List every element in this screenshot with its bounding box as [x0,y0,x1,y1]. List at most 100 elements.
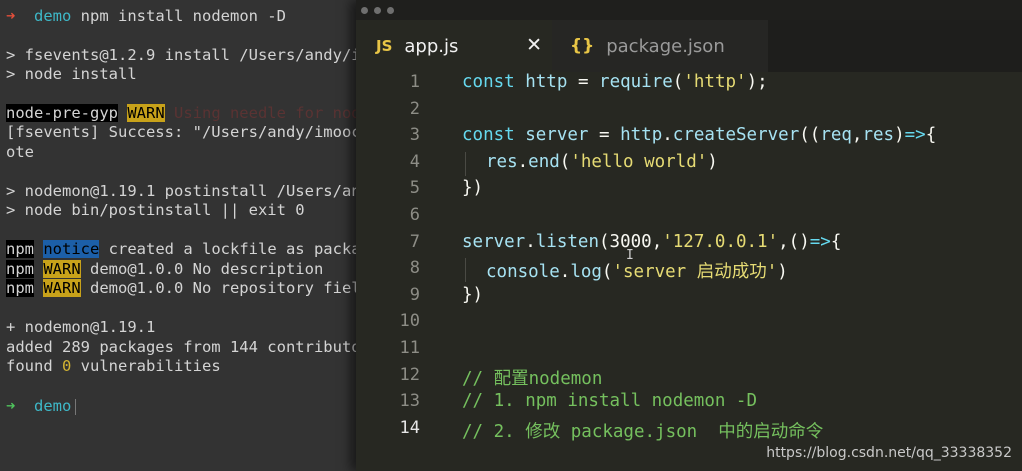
identifier: server [525,125,589,146]
punctuation: ( [598,231,610,252]
code-line: const server = http.createServer((req,re… [462,125,936,145]
line-number: 12 [399,364,420,385]
punctuation: . [559,262,571,283]
log-tag: node-pre-gyp [6,104,118,122]
tab-bar: JS app.js ✕ {} package.json [356,20,1022,72]
terminal-line: > node bin/postinstall || exit 0 [6,201,305,219]
operator: = [599,125,610,146]
line-number: 10 [399,311,420,332]
terminal-line: node-pre-gyp WARN Using needle for nod [6,104,356,123]
terminal-line: npm notice created a lockfile as packa [6,240,356,259]
terminal-panel[interactable]: ➜ demo npm install nodemon -D > fsevents… [0,0,356,471]
tab-package-json[interactable]: {} package.json [552,20,768,72]
log-message: demo@1.0.0 No repository fiel [80,279,356,297]
javascript-file-icon: JS [376,37,393,55]
code-editor[interactable]: JS app.js ✕ {} package.json 1 2 3 4 5 6 … [356,0,1022,471]
punctuation: ) [894,125,905,146]
log-text: found [6,357,62,375]
punctuation: (( [799,125,821,146]
prompt-directory: demo [34,7,72,25]
indent-guide [465,152,466,176]
line-number: 7 [409,231,420,252]
terminal-line: found 0 vulnerabilities [6,357,221,376]
function-name: createServer [672,125,800,146]
function-name: listen [535,231,599,252]
vulnerability-count: 0 [62,357,72,375]
punctuation: ) [777,262,788,283]
terminal-command: npm install nodemon -D [71,7,286,25]
punctuation: ); [746,72,768,92]
close-tab-icon[interactable]: ✕ [526,34,542,56]
line-number: 13 [399,391,420,412]
function-name: end [528,151,560,172]
code-comment: // 配置nodemon [462,368,603,389]
punctuation: ( [672,72,684,92]
warn-badge: WARN [43,279,81,297]
line-number: 6 [409,205,420,225]
terminal-line: > nodemon@1.19.1 postinstall /Users/an [6,182,356,200]
line-number-gutter: 1 2 3 4 5 6 7 8 9 10 11 12 13 14 [356,72,424,471]
tab-label: app.js [404,35,459,57]
notice-badge: notice [43,240,100,258]
punctuation: . [525,231,536,252]
tab-label: package.json [606,35,725,57]
terminal-line: ➜ demo npm install nodemon -D [6,7,286,26]
number: 3000 [609,231,652,252]
json-file-icon: {} [570,36,595,56]
line-number: 11 [399,338,420,358]
line-number-current: 14 [399,417,420,438]
line-number: 4 [409,151,420,172]
function-name: log [570,262,602,283]
terminal-line: npm WARN demo@1.0.0 No description [6,260,323,279]
code-comment: // 1. npm install nodemon -D [462,391,758,412]
watermark-text: https://blog.csdn.net/qq_33338352 [766,445,1012,461]
identifier: http [525,72,568,92]
log-message: created a lockfile as packa [99,240,356,258]
terminal-line: > fsevents@1.2.9 install /Users/andy/i [6,46,356,64]
window-minimize-dot[interactable] [374,7,381,14]
log-text: vulnerabilities [71,357,221,375]
prompt-arrow-icon: ➜ [6,397,16,415]
terminal-line: npm WARN demo@1.0.0 No repository fiel [6,279,356,298]
punctuation: . [517,151,529,172]
string: 'http' [683,72,747,92]
string: '127.0.0.1' [662,231,779,252]
code-line: console.log('server 启动成功') [486,258,788,283]
punctuation: { [830,231,842,252]
tab-app-js[interactable]: JS app.js ✕ [356,20,552,72]
identifier: http [620,125,663,146]
arrow-operator: => [904,125,926,146]
keyword: const [462,125,515,146]
prompt-directory: demo [34,397,72,415]
parameter: res [862,125,895,146]
punctuation: , [851,125,863,146]
warn-badge: WARN [43,260,81,278]
terminal-prompt-line[interactable]: ➜ demo [6,397,77,416]
log-message: demo@1.0.0 No description [80,260,324,278]
identifier: console [486,262,560,283]
log-message: Using needle for nod [164,104,356,122]
punctuation: ,() [778,231,810,252]
parameter: req [820,125,852,146]
terminal-line: [fsevents] Success: "/Users/andy/imooc [6,123,356,141]
code-area[interactable]: const http = require('http'); const serv… [462,72,1022,471]
code-line: const http = require('http'); [462,72,768,92]
line-number: 2 [409,98,420,119]
punctuation: { [925,125,937,146]
operator: = [577,72,589,92]
log-tag: npm [6,240,34,258]
function-name: require [599,72,673,92]
arrow-operator: => [809,231,831,252]
terminal-cursor [75,398,77,415]
code-line: }) [462,178,484,199]
string: 'hello world' [570,151,708,172]
punctuation: ) [707,151,718,172]
window-close-dot[interactable] [361,7,368,14]
punctuation: ( [559,151,571,172]
line-number: 8 [409,258,420,279]
string: 'server 启动成功' [612,262,778,283]
line-number: 5 [409,178,420,199]
terminal-line: added 289 packages from 144 contributo [6,338,356,356]
line-number: 3 [409,125,420,146]
window-zoom-dot[interactable] [387,7,394,14]
